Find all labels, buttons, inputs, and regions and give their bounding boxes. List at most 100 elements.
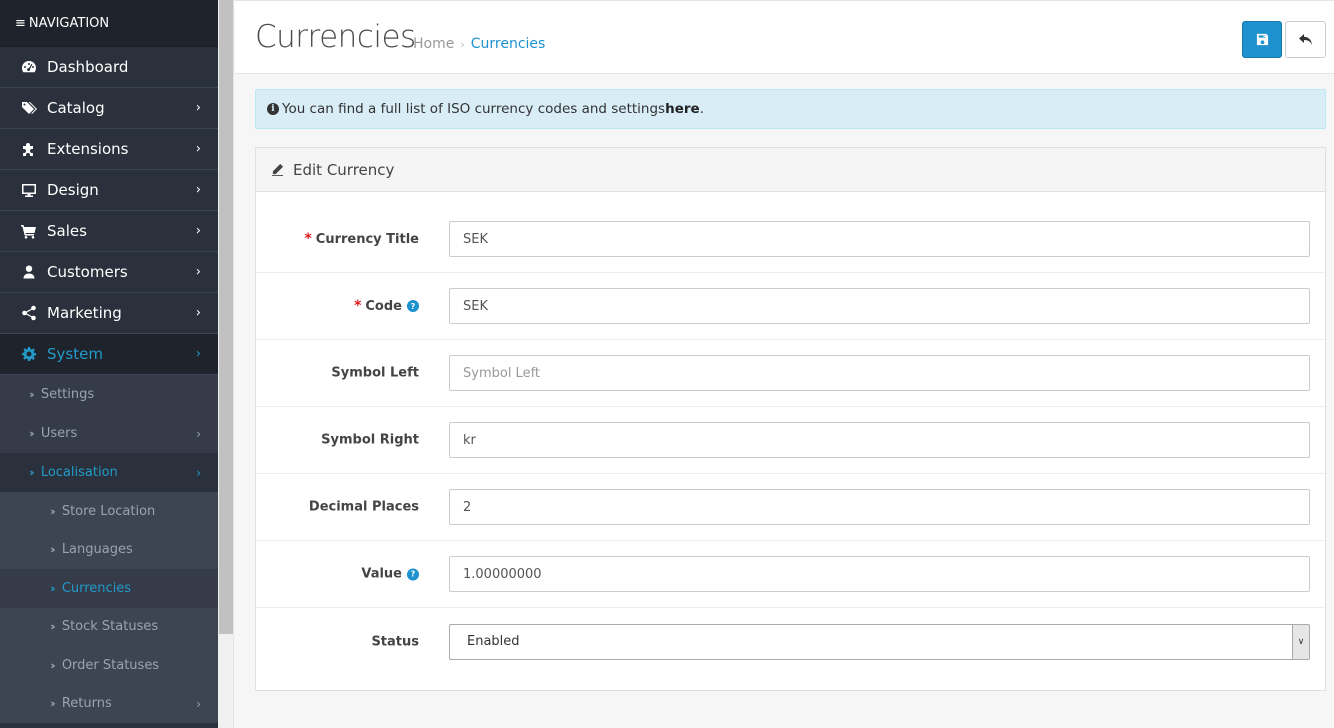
cart-icon	[19, 223, 39, 239]
label-text: Symbol Left	[331, 365, 419, 381]
sidebar-item-label: Sales	[47, 222, 87, 240]
double-chevron-right-icon: ››	[50, 581, 56, 595]
alert-link[interactable]: here	[665, 101, 700, 117]
back-button[interactable]	[1285, 21, 1326, 58]
hamburger-icon: ≡	[15, 16, 26, 31]
panel-body: *Currency Title *Code? Symbol Left Symbo…	[256, 192, 1325, 675]
double-chevron-right-icon: ››	[50, 620, 56, 634]
info-circle-icon: i	[267, 103, 279, 115]
sidebar-subitem-store-location[interactable]: ›› Store Location	[0, 492, 218, 531]
label-text: Decimal Places	[308, 499, 419, 515]
chevron-right-icon: ›	[195, 182, 201, 198]
sidebar-scrollbar[interactable]	[218, 0, 234, 728]
sidebar-item-label: Customers	[47, 263, 128, 281]
alert-text-end: .	[699, 101, 704, 117]
symbol-left-input[interactable]	[449, 355, 1310, 391]
breadcrumb-current-link[interactable]: Currencies	[471, 36, 546, 52]
double-chevron-right-icon: ››	[29, 388, 35, 401]
status-label: Status	[371, 634, 419, 649]
sidebar-item-extensions[interactable]: Extensions ›	[0, 129, 218, 170]
double-chevron-right-icon: ››	[29, 466, 35, 479]
double-chevron-right-icon: ››	[29, 427, 35, 440]
label-text: Value	[361, 566, 402, 582]
label-text: Currency Title	[315, 231, 419, 247]
code-label: * Code?	[354, 298, 419, 314]
sidebar-item-design[interactable]: Design ›	[0, 170, 218, 211]
edit-currency-panel: Edit Currency *Currency Title *Code? Sym…	[255, 147, 1326, 691]
double-chevron-right-icon: ››	[50, 697, 56, 711]
sidebar-subitem-label: Users	[40, 426, 78, 441]
sidebar-subitem-label: Currencies	[61, 580, 132, 596]
form-row-status: Status Enabled ∨	[256, 608, 1325, 675]
sidebar-item-system[interactable]: System ›	[0, 334, 218, 375]
tags-icon	[19, 100, 39, 116]
sidebar-subitem-label: Localisation	[40, 465, 118, 480]
dashboard-icon	[19, 59, 39, 75]
share-icon	[19, 305, 39, 321]
sidebar-subitem-returns[interactable]: ›› Returns ›	[0, 684, 218, 723]
sidebar-subitem-label: Languages	[61, 542, 133, 558]
nav-header-label: NAVIGATION	[28, 16, 110, 31]
form-row-symbol-left: Symbol Left	[256, 340, 1325, 407]
main-content: Currencies Home › Currencies i You can f…	[235, 0, 1334, 728]
form-row-value: Value?	[256, 541, 1325, 608]
help-icon[interactable]: ?	[407, 568, 419, 580]
chevron-right-icon: ›	[195, 141, 201, 157]
form-row-symbol-right: Symbol Right	[256, 407, 1325, 474]
pencil-icon	[271, 163, 284, 176]
page-header: Currencies Home › Currencies	[235, 0, 1334, 74]
chevron-right-icon: ›	[195, 346, 201, 362]
sidebar-subitem-settings[interactable]: ›› Settings	[0, 375, 218, 414]
form-row-code: * Code?	[256, 273, 1325, 340]
save-button[interactable]	[1242, 21, 1282, 58]
scrollbar-thumb[interactable]	[219, 0, 233, 634]
label-text: Status	[371, 634, 419, 649]
breadcrumb: Home › Currencies	[413, 36, 545, 52]
panel-heading: Edit Currency	[256, 148, 1325, 192]
gear-icon	[19, 346, 39, 362]
sidebar-subitem-label: Store Location	[61, 503, 156, 519]
chevron-right-icon: ›	[195, 100, 201, 116]
sidebar-subitem-users[interactable]: ›› Users ›	[0, 414, 218, 453]
sidebar-subitem-order-statuses[interactable]: ›› Order Statuses	[0, 646, 218, 685]
help-icon[interactable]: ?	[407, 300, 419, 312]
currency-title-input[interactable]	[449, 221, 1310, 257]
monitor-icon	[19, 182, 39, 198]
symbol-right-input[interactable]	[449, 422, 1310, 458]
sidebar-subitem-stock-statuses[interactable]: ›› Stock Statuses	[0, 607, 218, 646]
sidebar-item-customers[interactable]: Customers ›	[0, 252, 218, 293]
form-row-currency-title: * Currency Title	[256, 206, 1325, 273]
chevron-right-icon: ›	[195, 305, 201, 321]
breadcrumb-home-link[interactable]: Home	[413, 36, 454, 52]
required-marker: *	[354, 298, 362, 314]
code-input[interactable]	[449, 288, 1310, 324]
status-select[interactable]: Enabled ∨	[449, 623, 1310, 660]
symbol-left-label: Symbol Left	[331, 366, 419, 381]
sidebar-subitem-label: Stock Statuses	[61, 619, 159, 635]
chevron-right-icon: ›	[196, 426, 201, 441]
required-marker: *	[304, 231, 312, 247]
chevron-down-icon[interactable]: ∨	[1292, 624, 1309, 659]
sidebar-subitem-currencies[interactable]: ›› Currencies	[0, 569, 218, 608]
nav-header[interactable]: ≡ NAVIGATION	[0, 0, 218, 47]
decimal-places-label: Decimal Places	[309, 500, 419, 515]
value-label: Value?	[361, 567, 419, 582]
decimal-places-input[interactable]	[449, 489, 1310, 525]
sidebar-item-catalog[interactable]: Catalog ›	[0, 88, 218, 129]
sidebar-item-marketing[interactable]: Marketing ›	[0, 293, 218, 334]
breadcrumb-separator: ›	[460, 37, 465, 51]
puzzle-icon	[19, 141, 39, 157]
sidebar-subitem-languages[interactable]: ›› Languages	[0, 530, 218, 569]
chevron-right-icon: ›	[195, 264, 201, 280]
sidebar-subitem-localisation[interactable]: ›› Localisation ›	[0, 453, 218, 492]
sidebar-item-label: Dashboard	[47, 58, 129, 76]
sidebar-item-label: Marketing	[47, 304, 122, 322]
sidebar-item-dashboard[interactable]: Dashboard	[0, 47, 218, 88]
currency-title-label: * Currency Title	[304, 231, 419, 247]
sidebar-subitem-label: Settings	[40, 387, 95, 402]
alert-text: You can find a full list of ISO currency…	[282, 101, 666, 117]
sidebar-subitem-label: Returns	[61, 696, 112, 712]
sidebar-item-sales[interactable]: Sales ›	[0, 211, 218, 252]
double-chevron-right-icon: ››	[50, 543, 56, 557]
value-input[interactable]	[449, 556, 1310, 592]
